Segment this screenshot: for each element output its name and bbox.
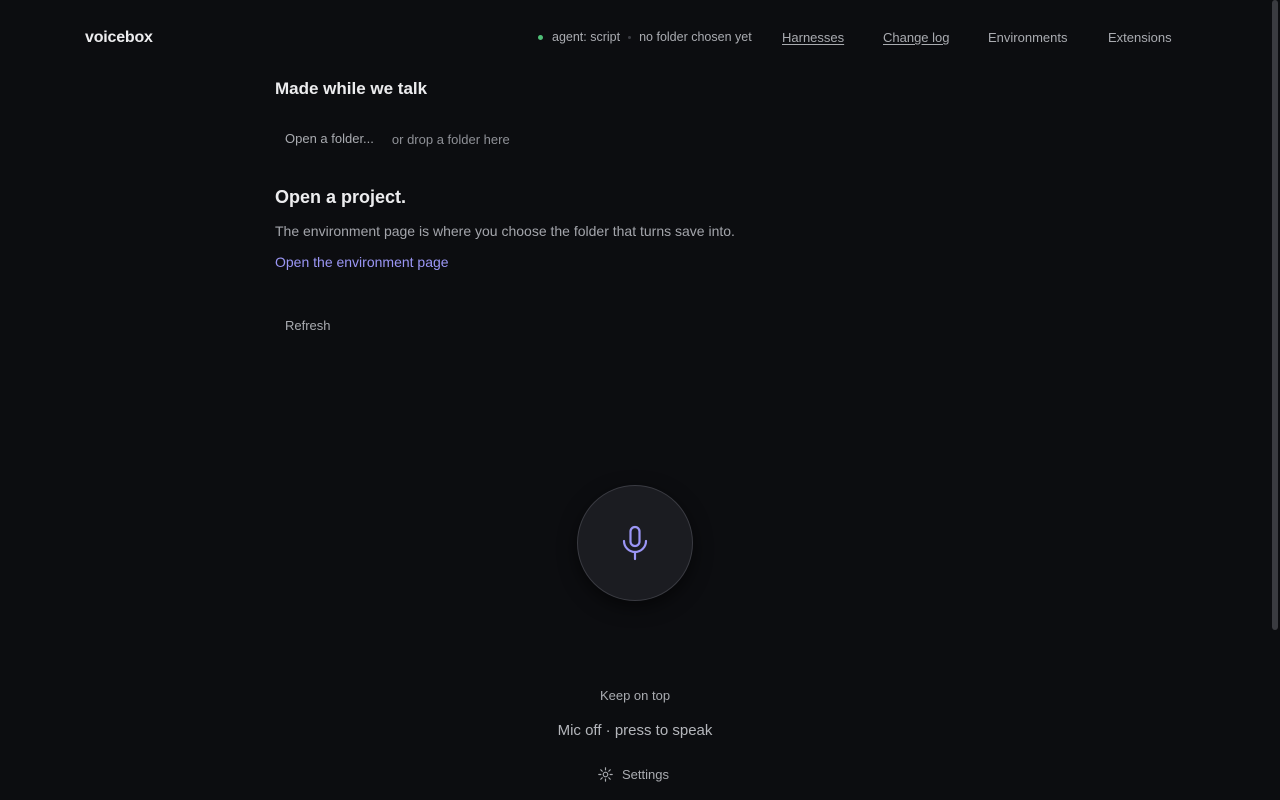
agent-label: agent: script: [552, 30, 621, 44]
page-scrollbar[interactable]: [1270, 0, 1280, 800]
open-project-heading: Open a project.: [275, 187, 407, 207]
nav-extensions-link[interactable]: Extensions: [1108, 30, 1172, 45]
app-root: voicebox agent: script no folder chosen …: [0, 0, 1280, 800]
nav-environments-link[interactable]: Environments: [988, 30, 1067, 45]
refresh-button[interactable]: Refresh: [275, 315, 341, 337]
status-dot-icon: [538, 34, 543, 40]
gear-icon: [598, 767, 613, 782]
drop-folder-hint: or drop a folder here: [391, 131, 510, 147]
app-brand: voicebox: [85, 29, 153, 46]
mic-button[interactable]: [577, 485, 693, 601]
settings-label: Settings: [622, 767, 669, 782]
nav-harnesses-link[interactable]: Harnesses: [782, 30, 844, 45]
open-environment-page-link[interactable]: Open the environment page: [275, 254, 449, 270]
keep-on-top-toggle[interactable]: Keep on top: [0, 688, 1270, 703]
folder-picker-row: Open a folder... or drop a folder here: [275, 128, 510, 150]
open-folder-button[interactable]: Open a folder...: [275, 128, 384, 150]
status-separator: [628, 35, 632, 39]
folder-status: no folder chosen yet: [639, 30, 752, 44]
microphone-icon: [622, 525, 648, 561]
mic-status-text: Mic off · press to speak: [557, 722, 713, 739]
settings-button[interactable]: Settings: [597, 766, 669, 783]
made-while-we-talk-heading: Made while we talk: [275, 79, 428, 98]
agent-status: agent: script no folder chosen yet: [538, 30, 752, 44]
project-description: The environment page is where you choose…: [275, 223, 735, 239]
nav-changelog-link[interactable]: Change log: [883, 30, 950, 45]
scrollbar-thumb[interactable]: [1272, 0, 1278, 630]
